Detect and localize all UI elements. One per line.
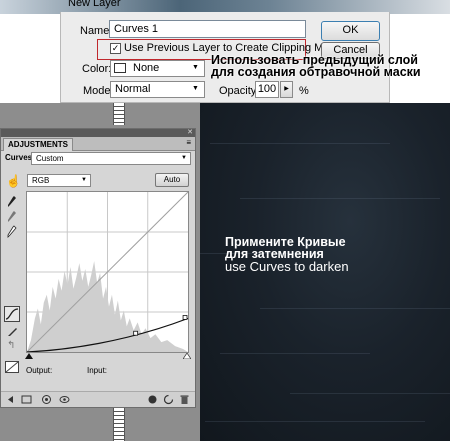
name-label: Name:: [80, 25, 113, 37]
output-label: Output:: [26, 366, 53, 375]
blend-mode-select[interactable]: Normal: [110, 81, 205, 98]
black-point-eyedropper-icon[interactable]: [7, 195, 17, 208]
white-input-slider-icon[interactable]: [183, 353, 191, 359]
expanded-view-icon[interactable]: [21, 394, 32, 405]
trash-icon[interactable]: [179, 394, 190, 405]
hand-adjust-icon[interactable]: ☝: [6, 174, 21, 188]
pencil-icon[interactable]: [7, 325, 19, 337]
chevron-down-icon[interactable]: ▼: [192, 82, 199, 96]
panel-footer: [1, 391, 195, 407]
new-layer-dialog: New Layer Name: Curves 1 ✓ Use Previous …: [0, 0, 450, 103]
channel-value: RGB: [32, 176, 50, 185]
curve-icon: [5, 308, 19, 320]
canvas-caption-ru: Примените Кривые для затемнения: [225, 236, 346, 261]
panel-titlebar[interactable]: ✕: [1, 129, 195, 137]
clip-to-layer-icon[interactable]: [41, 394, 52, 405]
clipping-mask-checkbox[interactable]: ✓: [110, 43, 121, 54]
close-icon[interactable]: ✕: [187, 128, 193, 136]
opacity-input[interactable]: 100: [255, 81, 279, 98]
black-input-slider-icon[interactable]: [25, 353, 33, 359]
canvas-caption-en: use Curves to darken: [225, 259, 349, 274]
dialog-title: New Layer: [68, 0, 121, 9]
ok-button[interactable]: OK: [321, 21, 380, 41]
mode-label: Mode:: [83, 85, 114, 97]
opacity-unit: %: [299, 85, 309, 97]
show-clipping-icon[interactable]: [5, 361, 19, 373]
chevron-down-icon[interactable]: ▼: [192, 61, 199, 75]
smooth-icon[interactable]: ↰: [7, 340, 15, 351]
color-swatch: [114, 63, 126, 73]
ruler: [113, 103, 125, 125]
adjustment-type-label: Curves: [5, 153, 33, 162]
white-point-eyedropper-icon[interactable]: [7, 225, 17, 238]
return-to-list-icon[interactable]: [5, 394, 16, 405]
curve-point-tool-icon[interactable]: [4, 306, 20, 322]
chevron-down-icon[interactable]: ▼: [81, 175, 87, 186]
opacity-label: Opacity:: [219, 85, 260, 97]
curve-endpoint[interactable]: [182, 315, 188, 320]
input-label: Input:: [87, 366, 108, 375]
panel-tab-row: ADJUSTMENTS ≡: [1, 137, 195, 151]
preset-value: Custom: [36, 154, 64, 163]
gray-point-eyedropper-icon[interactable]: [7, 210, 17, 223]
opacity-stepper[interactable]: ▶: [280, 81, 293, 98]
ruler: [113, 408, 125, 441]
chevron-down-icon[interactable]: ▼: [181, 153, 187, 164]
view-previous-icon[interactable]: [147, 394, 158, 405]
layer-name-input[interactable]: Curves 1: [109, 20, 306, 38]
channel-select[interactable]: RGB ▼: [27, 174, 91, 187]
reset-icon[interactable]: [163, 394, 174, 405]
preset-select[interactable]: Custom ▼: [31, 152, 191, 165]
panel-menu-icon[interactable]: ≡: [186, 138, 191, 147]
color-label: Color:: [82, 63, 112, 75]
clip-note-line-2: для создания обтравочной маски: [211, 65, 421, 79]
visibility-icon[interactable]: [59, 394, 70, 405]
adjustments-panel: ✕ ADJUSTMENTS ≡ Curves Custom ▼ ☝ RGB ▼ …: [0, 128, 196, 408]
tab-adjustments[interactable]: ADJUSTMENTS: [3, 138, 74, 151]
curve-point[interactable]: [133, 330, 139, 336]
curves-graph[interactable]: [26, 191, 189, 353]
auto-button[interactable]: Auto: [155, 173, 189, 187]
